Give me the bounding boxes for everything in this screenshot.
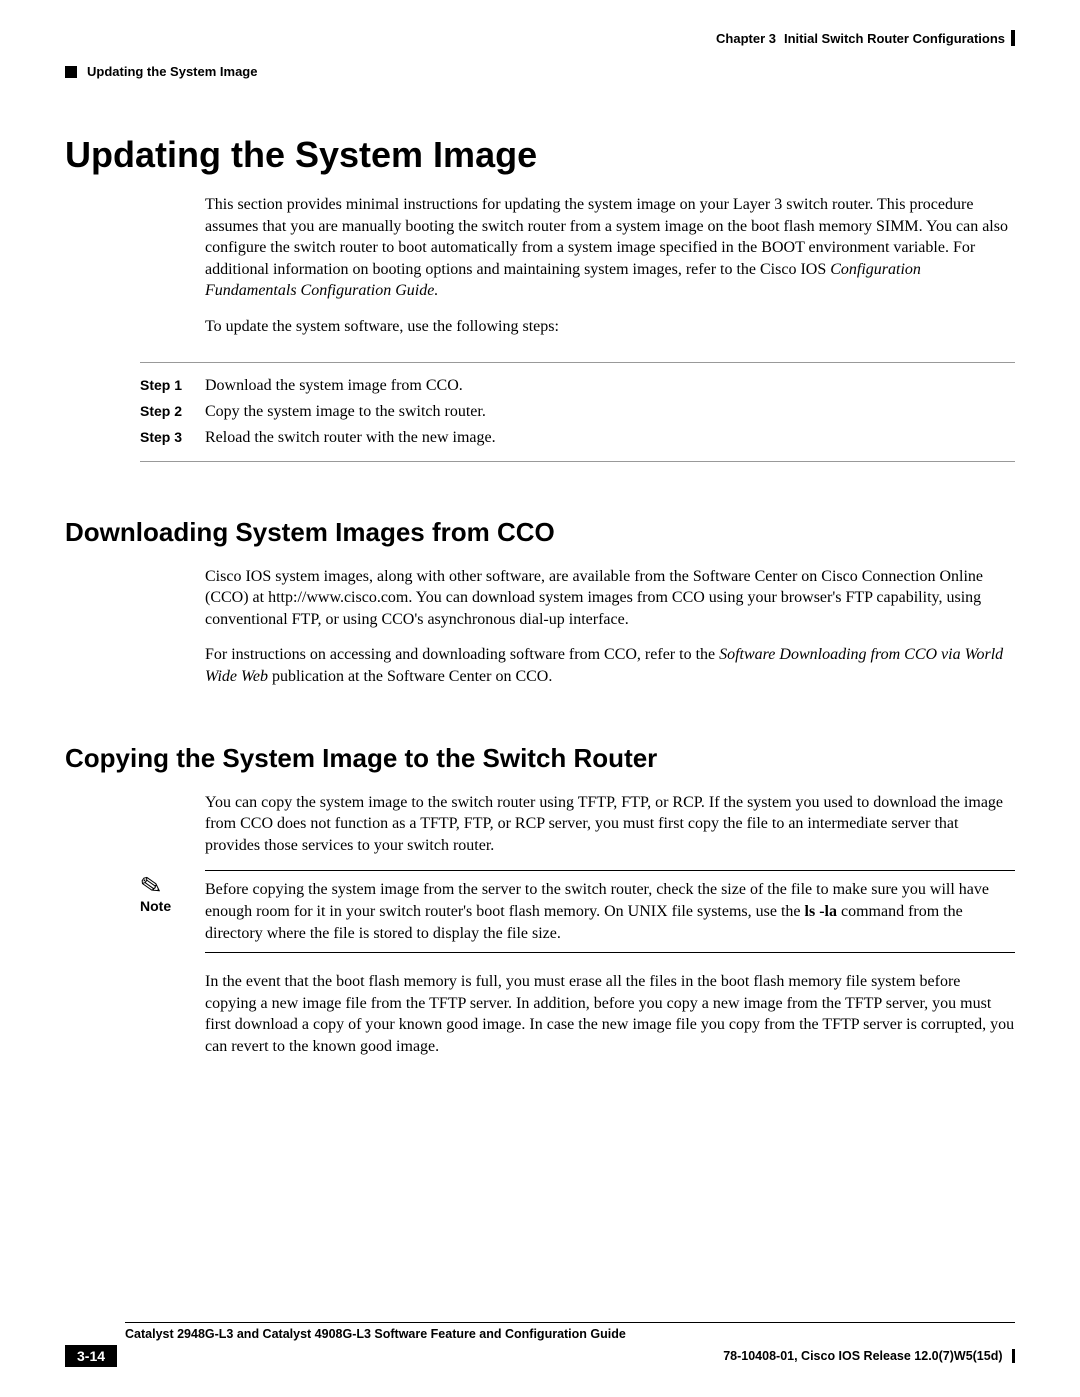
heading-2-copy: Copying the System Image to the Switch R… [65,743,1015,774]
note-body: Before copying the system image from the… [205,870,1015,953]
section-crumb: Updating the System Image [65,64,1015,79]
copy-paragraph-1: You can copy the system image to the swi… [205,792,1015,857]
footer-rule [125,1322,1015,1323]
chapter-title: Initial Switch Router Configurations [784,31,1005,46]
cco-p2-a: For instructions on accessing and downlo… [205,646,719,663]
chapter-label: Chapter 3 [716,31,776,46]
step-label: Step 1 [140,377,205,395]
release-text: 78-10408-01, Cisco IOS Release 12.0(7)W5… [723,1349,1002,1363]
section-title: Updating the System Image [87,64,257,79]
step-row: Step 1 Download the system image from CC… [140,377,1015,395]
release-info: 78-10408-01, Cisco IOS Release 12.0(7)W5… [723,1349,1015,1364]
step-label: Step 2 [140,403,205,421]
step-label: Step 3 [140,429,205,447]
heading-2-cco: Downloading System Images from CCO [65,517,1015,548]
note-command: ls -la [805,903,837,920]
step-text: Reload the switch router with the new im… [205,429,496,447]
footer-bar [1012,1349,1015,1363]
steps-block: Step 1 Download the system image from CC… [140,362,1015,462]
footer-guide-title: Catalyst 2948G-L3 and Catalyst 4908G-L3 … [125,1327,1015,1341]
page-header: Chapter 3 Initial Switch Router Configur… [65,30,1015,46]
step-row: Step 2 Copy the system image to the swit… [140,403,1015,421]
intro-paragraph: This section provides minimal instructio… [205,194,1015,302]
note-block: ✎ Note Before copying the system image f… [140,870,1015,953]
step-text: Download the system image from CCO. [205,377,463,395]
pencil-icon: ✎ [138,865,207,902]
page-footer: Catalyst 2948G-L3 and Catalyst 4908G-L3 … [65,1322,1015,1367]
step-text: Copy the system image to the switch rout… [205,403,486,421]
cco-paragraph-1: Cisco IOS system images, along with othe… [205,566,1015,631]
intro-paragraph-2: To update the system software, use the f… [205,316,1015,338]
cco-p2-c: publication at the Software Center on CC… [268,668,552,685]
square-bullet-icon [65,66,77,78]
heading-1: Updating the System Image [65,134,1015,176]
cco-paragraph-2: For instructions on accessing and downlo… [205,644,1015,687]
step-row: Step 3 Reload the switch router with the… [140,429,1015,447]
copy-paragraph-2: In the event that the boot flash memory … [205,971,1015,1057]
page-number: 3-14 [65,1345,117,1367]
header-bar [1011,30,1015,46]
